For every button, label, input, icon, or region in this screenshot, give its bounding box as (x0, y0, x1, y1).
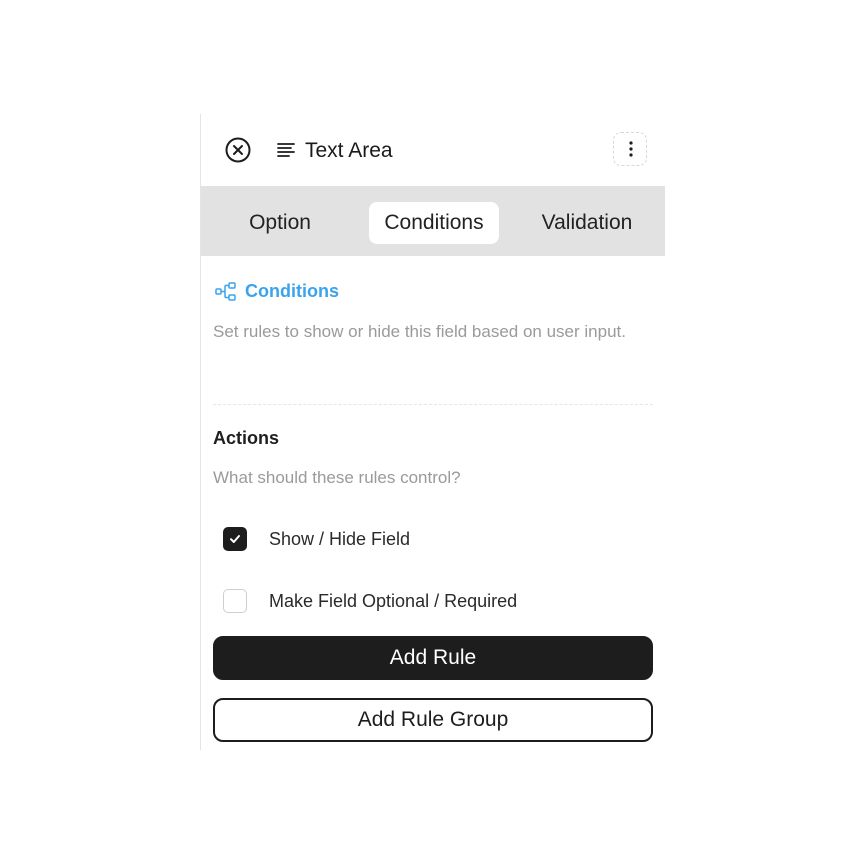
add-rule-group-button[interactable]: Add Rule Group (213, 698, 653, 742)
branch-flow-icon (215, 282, 236, 301)
vertical-ellipsis-icon (629, 141, 633, 157)
tab-option[interactable]: Option (225, 202, 335, 244)
conditions-title: Conditions (245, 281, 339, 301)
close-icon[interactable] (225, 137, 251, 163)
actions-description: What should these rules control? (213, 468, 461, 487)
field-settings-panel: Text Area Option Conditions Validation C… (200, 114, 665, 750)
show-hide-checkbox[interactable] (223, 527, 247, 551)
tab-validation[interactable]: Validation (527, 202, 647, 244)
text-area-icon (277, 142, 295, 158)
tab-bar: Option Conditions Validation (201, 186, 665, 256)
tab-conditions[interactable]: Conditions (369, 202, 499, 244)
conditions-description: Set rules to show or hide this field bas… (213, 322, 626, 341)
divider (213, 404, 653, 405)
optional-required-checkbox[interactable] (223, 589, 247, 613)
show-hide-label: Show / Hide Field (269, 529, 411, 549)
panel-header: Text Area (201, 114, 665, 186)
optional-required-label: Make Field Optional / Required (269, 591, 518, 611)
field-title: Text Area (305, 139, 393, 162)
more-options-button[interactable] (613, 132, 647, 166)
actions-title: Actions (213, 428, 280, 448)
checkmark-icon (230, 535, 240, 543)
add-rule-button[interactable]: Add Rule (213, 636, 653, 680)
